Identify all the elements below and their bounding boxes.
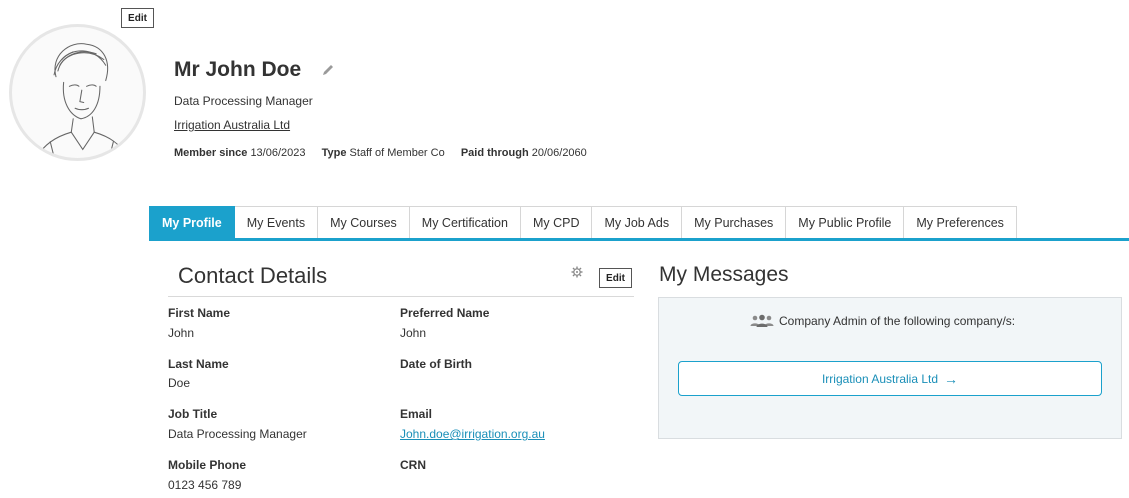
mobile-phone-value: 0123 456 789 xyxy=(168,478,242,492)
tab-my-certification[interactable]: My Certification xyxy=(409,206,521,239)
tab-my-preferences[interactable]: My Preferences xyxy=(904,206,1017,239)
paid-through-label: Paid through xyxy=(460,147,529,159)
first-name-label: First Name xyxy=(168,306,231,320)
paid-through-value: 20/06/2060 xyxy=(531,147,587,159)
avatar-sketch-image xyxy=(36,43,128,158)
type-value: Staff of Member Co xyxy=(349,147,445,159)
crn-label: CRN xyxy=(400,458,426,472)
edit-contact-button[interactable]: Edit xyxy=(599,268,632,288)
job-title-label: Job Title xyxy=(168,407,218,421)
member-since-label: Member since xyxy=(174,147,248,159)
member-since-value: 13/06/2023 xyxy=(250,147,306,159)
company-button-label: Irrigation Australia Ltd xyxy=(821,371,939,386)
company-admin-text: Company Admin of the following company/s… xyxy=(779,314,1016,328)
avatar xyxy=(9,24,146,161)
gear-icon[interactable] xyxy=(571,266,583,278)
tabs-underline xyxy=(149,238,1129,241)
preferred-name-label: Preferred Name xyxy=(400,306,490,320)
mobile-phone-label: Mobile Phone xyxy=(168,458,246,472)
last-name-value: Doe xyxy=(168,376,191,390)
tab-my-job-ads[interactable]: My Job Ads xyxy=(592,206,683,239)
profile-name: Mr John Doe xyxy=(174,58,302,81)
company-link-button[interactable]: Irrigation Australia Ltd → xyxy=(678,361,1102,396)
first-name-value: John xyxy=(168,326,195,340)
profile-tabs: My Profile My Events My Courses My Certi… xyxy=(149,206,1017,239)
arrow-right-icon: → xyxy=(944,370,959,387)
email-label: Email xyxy=(400,407,433,421)
tab-my-profile[interactable]: My Profile xyxy=(149,206,235,239)
job-title-value: Data Processing Manager xyxy=(168,427,307,441)
profile-job-title: Data Processing Manager xyxy=(174,94,313,108)
company-admin-notice: Company Admin of the following company/s… xyxy=(749,314,1015,328)
tab-my-events[interactable]: My Events xyxy=(234,206,319,239)
preferred-name-value: John xyxy=(400,326,427,340)
tab-my-cpd[interactable]: My CPD xyxy=(520,206,593,239)
my-messages-title: My Messages xyxy=(659,263,789,286)
date-of-birth-label: Date of Birth xyxy=(400,357,472,371)
membership-info: Member since 13/06/2023 Type Staff of Me… xyxy=(174,147,587,159)
tab-my-public-profile[interactable]: My Public Profile xyxy=(786,206,905,239)
profile-name-row: Mr John Doe xyxy=(174,58,335,82)
contact-details-title: Contact Details xyxy=(178,263,328,288)
tab-my-courses[interactable]: My Courses xyxy=(318,206,410,239)
profile-company-link[interactable]: Irrigation Australia Ltd xyxy=(174,118,290,132)
users-group-icon xyxy=(750,314,774,327)
pencil-icon[interactable] xyxy=(321,63,335,77)
type-label: Type xyxy=(321,147,347,159)
tab-my-purchases[interactable]: My Purchases xyxy=(682,206,787,239)
contact-divider xyxy=(168,296,634,297)
edit-profile-button[interactable]: Edit xyxy=(121,8,154,28)
email-link[interactable]: John.doe@irrigation.org.au xyxy=(400,427,545,441)
last-name-label: Last Name xyxy=(168,357,229,371)
